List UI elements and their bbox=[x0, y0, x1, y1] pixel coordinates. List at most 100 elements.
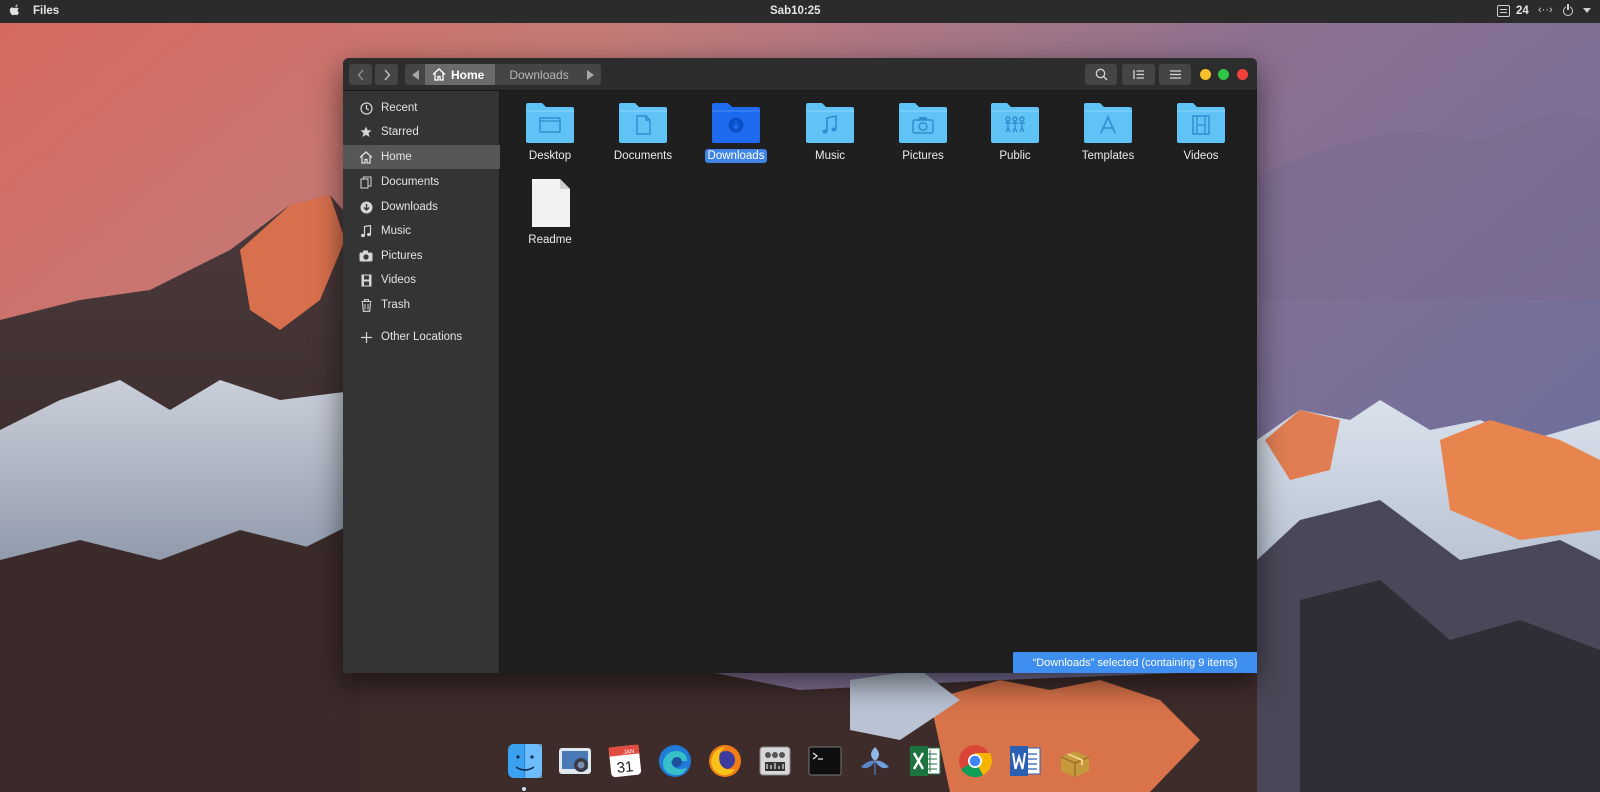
breadcrumb-downloads-label: Downloads bbox=[509, 67, 569, 82]
chevron-right-icon bbox=[383, 69, 390, 80]
menu-button[interactable] bbox=[1159, 64, 1191, 85]
file-label: Readme bbox=[528, 234, 572, 246]
sidebar-item-documents[interactable]: Documents bbox=[343, 170, 500, 194]
document-folder-icon bbox=[619, 103, 667, 143]
list-view-icon bbox=[1132, 70, 1144, 79]
folder-item-videos[interactable]: Videos bbox=[1161, 101, 1241, 163]
close-button[interactable] bbox=[1237, 69, 1248, 80]
sidebar-item-label: Recent bbox=[381, 102, 418, 114]
file-label: Videos bbox=[1183, 150, 1219, 162]
maximize-button[interactable] bbox=[1218, 69, 1229, 80]
sidebar-item-label: Documents bbox=[381, 176, 440, 188]
camera-folder-icon bbox=[899, 103, 947, 143]
top-bar: Files Sab10:25 24 ‹··› bbox=[0, 0, 1600, 23]
breadcrumb-scroll-left[interactable] bbox=[405, 64, 425, 85]
system-monitor-icon[interactable] bbox=[755, 741, 794, 780]
chevron-left-icon bbox=[357, 69, 364, 80]
sidebar-item-home[interactable]: Home bbox=[343, 145, 500, 169]
shotwell-icon[interactable] bbox=[855, 741, 894, 780]
download-icon bbox=[359, 200, 373, 214]
sidebar-item-other-locations[interactable]: Other Locations bbox=[343, 325, 500, 349]
file-item-readme[interactable]: Readme bbox=[510, 177, 590, 247]
breadcrumb-scroll-right[interactable] bbox=[581, 64, 601, 85]
folder-item-music[interactable]: Music bbox=[790, 101, 870, 163]
sidebar-item-label: Music bbox=[381, 225, 412, 237]
status-overlay: “Downloads” selected (containing 9 items… bbox=[1013, 652, 1257, 673]
text-file-icon bbox=[532, 179, 570, 227]
view-options-button[interactable] bbox=[1122, 64, 1155, 85]
sidebar-item-label: Other Locations bbox=[381, 331, 463, 343]
film-icon bbox=[359, 273, 373, 287]
sidebar-item-trash[interactable]: Trash bbox=[343, 293, 500, 317]
music-folder-icon bbox=[806, 103, 854, 143]
folder-item-documents[interactable]: Documents bbox=[603, 101, 683, 163]
hamburger-icon bbox=[1169, 70, 1181, 79]
breadcrumb-home-label: Home bbox=[451, 67, 485, 82]
file-label: Desktop bbox=[528, 150, 572, 162]
breadcrumb-downloads[interactable]: Downloads bbox=[495, 64, 580, 85]
sidebar-item-videos[interactable]: Videos bbox=[343, 268, 500, 292]
sidebar-item-label: Pictures bbox=[381, 250, 423, 262]
edge-icon[interactable] bbox=[655, 741, 694, 780]
terminal-icon[interactable] bbox=[805, 741, 844, 780]
firefox-icon[interactable] bbox=[705, 741, 744, 780]
sidebar-item-starred[interactable]: Starred bbox=[343, 120, 500, 144]
clock-icon bbox=[359, 101, 373, 115]
forward-button[interactable] bbox=[375, 64, 398, 85]
file-grid: Desktop Documents Downloads Music Pictur… bbox=[500, 91, 1257, 673]
minimize-button[interactable] bbox=[1200, 69, 1211, 80]
files-window: Home Downloads Recent Starred Home Docum… bbox=[343, 58, 1257, 673]
archive-icon[interactable] bbox=[1055, 741, 1094, 780]
header-bar: Home Downloads bbox=[343, 58, 1257, 91]
search-button[interactable] bbox=[1085, 64, 1117, 85]
excel-icon[interactable] bbox=[905, 741, 944, 780]
chrome-icon[interactable] bbox=[955, 741, 994, 780]
app-menu-title[interactable]: Files bbox=[33, 5, 59, 17]
file-label: Pictures bbox=[902, 150, 944, 162]
keyboard-icon[interactable] bbox=[1497, 5, 1510, 17]
camera-icon bbox=[359, 249, 373, 263]
image-capture-icon[interactable] bbox=[555, 741, 594, 780]
chevron-down-icon[interactable] bbox=[1583, 8, 1591, 13]
trash-icon bbox=[359, 298, 373, 312]
film-folder-icon bbox=[1177, 103, 1225, 143]
sidebar-item-label: Home bbox=[381, 151, 412, 163]
caret-left-icon bbox=[411, 69, 419, 80]
dock-running-indicator bbox=[522, 787, 526, 791]
breadcrumb: Home Downloads bbox=[405, 64, 601, 85]
sidebar-item-label: Trash bbox=[381, 299, 410, 311]
folder-item-public[interactable]: Public bbox=[975, 101, 1055, 163]
sidebar-item-music[interactable]: Music bbox=[343, 219, 500, 243]
tray-indicator[interactable]: 24 bbox=[1516, 5, 1529, 17]
file-label: Music bbox=[814, 150, 846, 162]
folder-item-pictures[interactable]: Pictures bbox=[883, 101, 963, 163]
file-label: Public bbox=[999, 150, 1031, 162]
folder-item-templates[interactable]: Templates bbox=[1068, 101, 1148, 163]
folder-item-downloads[interactable]: Downloads bbox=[696, 101, 776, 163]
sidebar-item-label: Videos bbox=[381, 274, 416, 286]
documents-icon bbox=[359, 175, 373, 189]
sidebar-item-downloads[interactable]: Downloads bbox=[343, 195, 500, 219]
network-icon[interactable]: ‹··› bbox=[1538, 4, 1553, 16]
clock[interactable]: Sab10:25 bbox=[770, 5, 821, 17]
music-icon bbox=[359, 224, 373, 238]
finder-icon[interactable] bbox=[505, 741, 544, 780]
folder-item-desktop[interactable]: Desktop bbox=[510, 101, 590, 163]
word-icon[interactable] bbox=[1005, 741, 1044, 780]
calendar-month: JAN bbox=[622, 748, 634, 755]
breadcrumb-home[interactable]: Home bbox=[425, 64, 496, 85]
power-icon[interactable] bbox=[1563, 3, 1573, 16]
calendar-icon[interactable]: JAN 31 bbox=[605, 741, 644, 780]
download-folder-icon bbox=[712, 103, 760, 143]
apple-icon[interactable] bbox=[8, 4, 22, 19]
templates-folder-icon bbox=[1084, 103, 1132, 143]
sidebar-item-label: Downloads bbox=[381, 201, 438, 213]
sidebar-item-recent[interactable]: Recent bbox=[343, 96, 500, 120]
back-button[interactable] bbox=[349, 64, 372, 85]
file-label: Downloads bbox=[704, 149, 768, 163]
file-label: Templates bbox=[1081, 150, 1135, 162]
sidebar: Recent Starred Home Documents Downloads … bbox=[343, 91, 500, 673]
home-icon bbox=[432, 68, 446, 81]
sidebar-item-pictures[interactable]: Pictures bbox=[343, 244, 500, 268]
plus-icon bbox=[359, 330, 373, 344]
